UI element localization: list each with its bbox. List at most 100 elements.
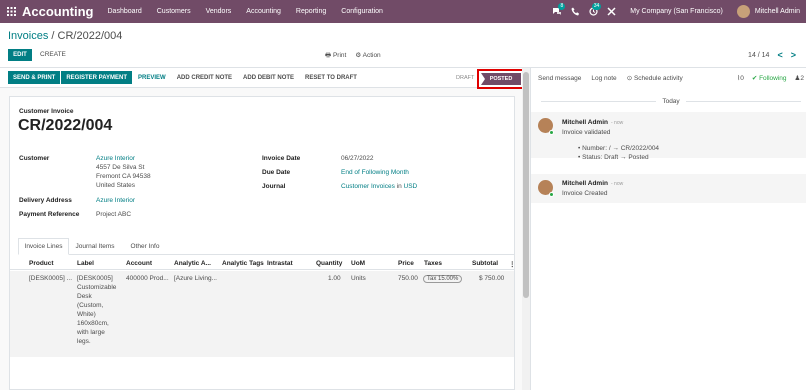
payment-reference-value: Project ABC xyxy=(96,211,132,218)
activity-clock-icon[interactable]: 34 xyxy=(584,0,602,23)
preview-button[interactable]: PREVIEW xyxy=(138,71,166,84)
due-date-value[interactable]: End of Following Month xyxy=(341,168,409,177)
send-message-button[interactable]: Send message xyxy=(538,75,581,82)
debug-tools-icon[interactable] xyxy=(602,0,620,23)
col-intrastat[interactable]: Intrastat xyxy=(267,260,293,267)
following-label: Following xyxy=(759,75,787,82)
chatter-panel: Send message Log note ⊙ Schedule activit… xyxy=(530,68,806,390)
tab-invoice-lines[interactable]: Invoice Lines xyxy=(18,238,69,255)
customer-label: Customer xyxy=(19,155,50,162)
col-analytic-account[interactable]: Analytic A... xyxy=(174,260,211,267)
menu-customers[interactable]: Customers xyxy=(157,8,191,15)
action-menu[interactable]: ⚙ Action xyxy=(355,51,380,62)
document-kind: Customer Invoice xyxy=(19,108,74,115)
print-menu[interactable]: 🖶 Print xyxy=(325,51,346,62)
label-line: 160x80cm, xyxy=(77,320,109,327)
col-account[interactable]: Account xyxy=(126,260,152,267)
tab-journal-items[interactable]: Journal Items xyxy=(70,238,120,255)
menu-dashboard[interactable]: Dashboard xyxy=(108,8,142,15)
send-print-button[interactable]: SEND & PRINT xyxy=(8,71,61,84)
message-item[interactable]: Mitchell Admin - now Invoice validated • … xyxy=(531,112,806,161)
tab-other-info[interactable]: Other Info xyxy=(121,238,169,255)
table-row[interactable]: [DESK0005] ... [DESK0005] Customizable D… xyxy=(10,271,514,357)
pager-value[interactable]: 14 / 14 xyxy=(748,52,769,59)
cell-account[interactable]: 400000 Prod... xyxy=(126,274,169,283)
journal-link[interactable]: Customer Invoices xyxy=(341,183,395,190)
schedule-activity-button[interactable]: ⊙ Schedule activity xyxy=(627,74,683,82)
menu-reporting[interactable]: Reporting xyxy=(296,8,326,15)
payment-reference-label: Payment Reference xyxy=(19,211,80,218)
apps-menu-icon[interactable] xyxy=(0,0,22,23)
col-taxes[interactable]: Taxes xyxy=(424,260,442,267)
message-author[interactable]: Mitchell Admin - now xyxy=(562,119,623,126)
journal-label: Journal xyxy=(262,183,286,190)
menu-configuration[interactable]: Configuration xyxy=(341,8,383,15)
following-button[interactable]: ✔ Following xyxy=(752,74,787,82)
cell-analytic-account[interactable]: [Azure Living... xyxy=(174,274,217,283)
due-date-label: Due Date xyxy=(262,169,291,176)
menu-vendors[interactable]: Vendors xyxy=(206,8,232,15)
col-uom[interactable]: UoM xyxy=(351,260,365,267)
company-switcher[interactable]: My Company (San Francisco) xyxy=(630,8,723,15)
user-avatar[interactable] xyxy=(736,5,750,18)
date-separator-label: Today xyxy=(662,98,680,105)
cell-product[interactable]: [DESK0005] ... xyxy=(29,274,72,283)
column-options-icon[interactable]: ⋮ xyxy=(509,260,516,268)
messaging-icon[interactable]: 8 xyxy=(548,0,566,23)
form-view: SEND & PRINT REGISTER PAYMENT PREVIEW AD… xyxy=(0,68,530,390)
status-posted[interactable]: POSTED xyxy=(481,73,521,85)
cell-price[interactable]: 750.00 xyxy=(398,274,418,283)
status-arrow-notch xyxy=(481,73,485,85)
app-name[interactable]: Accounting xyxy=(22,4,94,19)
col-analytic-tags[interactable]: Analytic Tags xyxy=(222,260,264,267)
cell-quantity[interactable]: 1.00 xyxy=(328,274,341,283)
create-button[interactable]: CREATE xyxy=(40,51,66,58)
pager-previous-icon[interactable]: < xyxy=(777,50,782,60)
invoice-number: CR/2022/004 xyxy=(18,117,113,134)
action-label: Action xyxy=(362,52,381,59)
add-credit-note-button[interactable]: ADD CREDIT NOTE xyxy=(177,71,232,84)
form-statusbar: SEND & PRINT REGISTER PAYMENT PREVIEW AD… xyxy=(0,68,525,89)
user-menu[interactable]: Mitchell Admin xyxy=(755,8,800,15)
label-line: with large xyxy=(77,329,105,336)
print-label: Print xyxy=(332,52,347,59)
cell-taxes[interactable]: Tax 15.00% xyxy=(423,274,463,284)
tax-tag: Tax 15.00% xyxy=(423,275,463,283)
delivery-address-link[interactable]: Azure Interior xyxy=(96,196,135,205)
action-menus: 🖶 Print ⚙ Action xyxy=(325,51,381,62)
scrollbar-thumb[interactable] xyxy=(523,72,529,298)
col-subtotal[interactable]: Subtotal xyxy=(472,260,498,267)
online-status-dot xyxy=(549,130,554,135)
customer-link[interactable]: Azure Interior xyxy=(96,154,135,163)
message-item[interactable]: Mitchell Admin - now Invoice Created xyxy=(531,174,806,203)
add-debit-note-button[interactable]: ADD DEBIT NOTE xyxy=(243,71,294,84)
online-status-dot xyxy=(549,192,554,197)
separator-line xyxy=(685,101,802,102)
main-navbar: Accounting Dashboard Customers Vendors A… xyxy=(0,0,806,23)
customer-address-line3: United States xyxy=(96,182,136,189)
form-scrollbar[interactable] xyxy=(522,68,530,390)
cell-uom[interactable]: Units xyxy=(351,274,366,283)
breadcrumb-invoices-link[interactable]: Invoices xyxy=(8,30,48,42)
edit-button[interactable]: EDIT xyxy=(8,49,32,61)
phone-icon[interactable] xyxy=(566,0,584,23)
register-payment-button[interactable]: REGISTER PAYMENT xyxy=(61,71,133,84)
col-label[interactable]: Label xyxy=(77,260,94,267)
followers-button[interactable]: ♟2 xyxy=(795,74,804,82)
pager-next-icon[interactable]: > xyxy=(791,50,796,60)
message-author[interactable]: Mitchell Admin - now xyxy=(562,180,623,187)
currency-link[interactable]: USD xyxy=(404,183,418,190)
status-draft[interactable]: DRAFT xyxy=(456,75,474,81)
label-line: Customizable xyxy=(77,284,117,291)
col-product[interactable]: Product xyxy=(29,260,54,267)
col-price[interactable]: Price xyxy=(398,260,414,267)
followers-count: 2 xyxy=(800,75,804,82)
cell-label[interactable]: [DESK0005] Customizable Desk (Custom, Wh… xyxy=(77,274,116,346)
log-note-button[interactable]: Log note xyxy=(591,75,616,82)
schedule-activity-label: Schedule activity xyxy=(633,75,683,82)
attachments-button[interactable]: ⌇0 xyxy=(737,74,744,82)
menu-accounting[interactable]: Accounting xyxy=(246,8,281,15)
col-quantity[interactable]: Quantity xyxy=(316,260,342,267)
clock-icon: ⊙ xyxy=(626,75,633,82)
reset-to-draft-button[interactable]: RESET TO DRAFT xyxy=(305,71,357,84)
